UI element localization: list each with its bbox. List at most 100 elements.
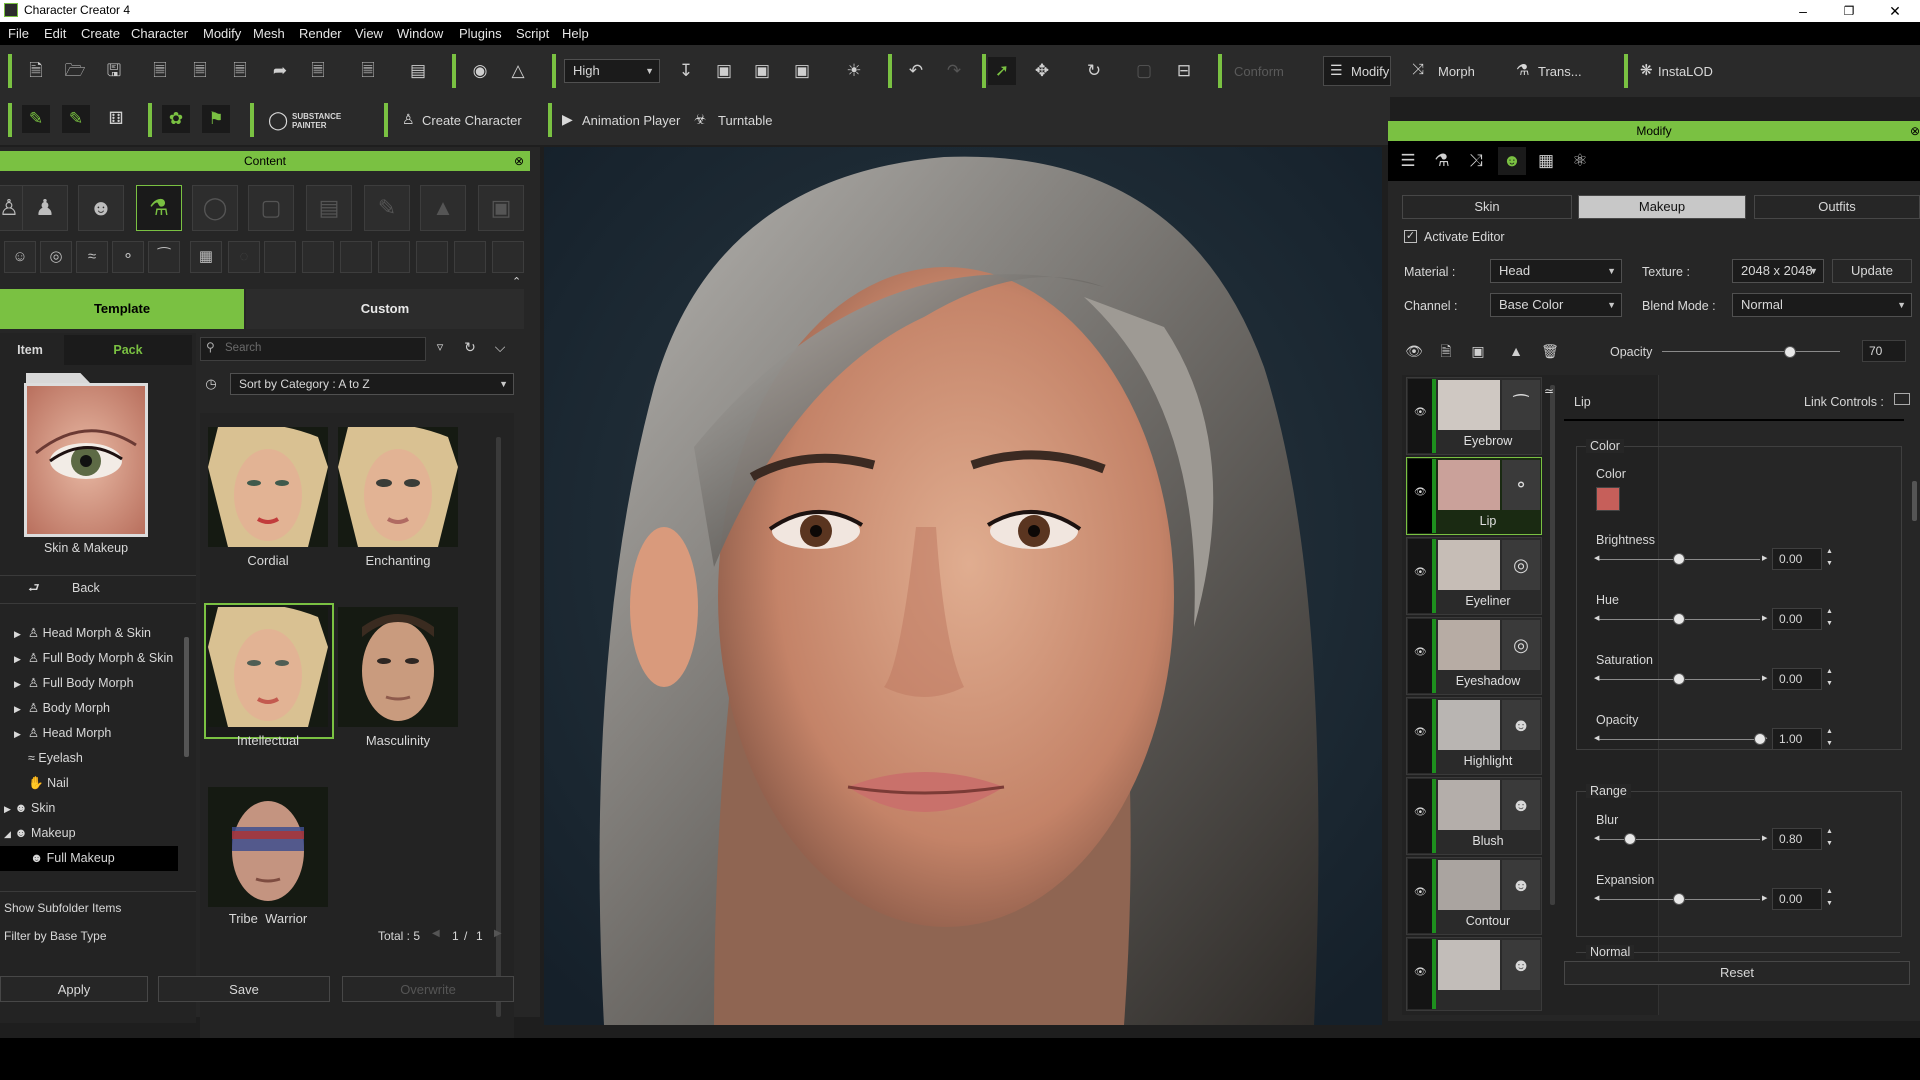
mask-icon[interactable]: ▣: [1464, 339, 1492, 363]
category-pose-icon[interactable]: ✎: [364, 185, 410, 231]
subcat-empty-slot[interactable]: [340, 241, 372, 273]
prev-page-icon[interactable]: ◀: [432, 928, 440, 939]
subcat-eye-icon[interactable]: ◎: [40, 241, 72, 273]
category-misc-icon[interactable]: ▣: [478, 185, 524, 231]
quality-select[interactable]: High ▼: [564, 59, 660, 83]
close-panel-icon[interactable]: ⊗: [1910, 121, 1920, 141]
spin-up-icon[interactable]: ▲: [1826, 668, 1833, 675]
checker-material-icon[interactable]: ▦: [1532, 147, 1560, 175]
pack-thumbnail[interactable]: [24, 383, 148, 537]
subcat-lip-icon[interactable]: ⚬: [112, 241, 144, 273]
next-page-icon[interactable]: ▶: [494, 928, 502, 939]
spin-up-icon[interactable]: ▲: [1826, 608, 1833, 615]
slider-right-arrow-icon[interactable]: ▶: [1762, 674, 1767, 682]
tab-outfits[interactable]: Outfits: [1754, 195, 1920, 219]
export-icon[interactable]: ➦: [266, 57, 294, 85]
instalod-button[interactable]: ❋ InstaLOD: [1640, 60, 1730, 84]
reset-button[interactable]: Reset: [1564, 961, 1910, 985]
slider-left-arrow-icon[interactable]: ◀: [1594, 614, 1599, 622]
item-thumb-enchanting[interactable]: [338, 427, 458, 547]
slider-left-arrow-icon[interactable]: ◀: [1594, 554, 1599, 562]
search-input[interactable]: ⚲ Search: [200, 337, 426, 361]
tree-item[interactable]: ◢ ☻ Makeup: [4, 821, 76, 846]
spin-up-icon[interactable]: ▲: [1826, 728, 1833, 735]
reference-icon[interactable]: ◉: [466, 57, 494, 85]
slider-value-input[interactable]: 0.00: [1772, 548, 1822, 570]
properties-scrollbar[interactable]: [1912, 481, 1917, 521]
subcat-face-icon[interactable]: ☺: [4, 241, 36, 273]
save-button[interactable]: Save: [158, 976, 330, 1002]
flag-icon[interactable]: ⚑: [202, 105, 230, 133]
subtab-pack[interactable]: Pack: [64, 335, 192, 365]
spin-up-icon[interactable]: ▲: [1826, 548, 1833, 555]
modify-button[interactable]: ☰ Modify: [1323, 56, 1391, 86]
spin-down-icon[interactable]: ▼: [1826, 740, 1833, 747]
animation-player-button[interactable]: ▶ Animation Player: [562, 111, 684, 133]
tree-item[interactable]: ▶ ♙ Full Body Morph: [14, 671, 134, 696]
scale-icon[interactable]: ▢: [1130, 57, 1158, 85]
opacity-slider[interactable]: [1662, 351, 1840, 352]
tree-item[interactable]: ▶ ♙ Head Morph: [14, 721, 111, 746]
show-subfolder-items[interactable]: Show Subfolder Items: [4, 901, 121, 915]
light-icon[interactable]: ☀: [840, 57, 868, 85]
subcat-empty-slot[interactable]: [492, 241, 524, 273]
opacity-input[interactable]: 70: [1862, 340, 1906, 362]
visibility-eye-icon[interactable]: 👁: [1402, 339, 1426, 363]
substance-painter-button[interactable]: ◯ SUBSTANCE PAINTER: [268, 110, 360, 134]
floor-snap-icon[interactable]: ↧: [672, 57, 700, 85]
item-thumb-masculinity[interactable]: [338, 607, 458, 727]
new-file-icon[interactable]: 🗎: [22, 57, 50, 85]
delete-icon[interactable]: 🗑: [1536, 339, 1564, 363]
subcat-empty-slot[interactable]: [416, 241, 448, 273]
slider-right-arrow-icon[interactable]: ▶: [1762, 554, 1767, 562]
layer-eye-toggle[interactable]: 👁: [1408, 779, 1432, 853]
redo-icon[interactable]: ↷: [940, 57, 968, 85]
apply-button[interactable]: Apply: [0, 976, 148, 1002]
slider-knob[interactable]: [1673, 613, 1685, 625]
item-thumb-cordial[interactable]: [208, 427, 328, 547]
slider-value-input[interactable]: 0.00: [1772, 608, 1822, 630]
import-icon[interactable]: 🗏: [146, 57, 174, 85]
slider-knob[interactable]: [1673, 553, 1685, 565]
spin-down-icon[interactable]: ▼: [1826, 560, 1833, 567]
rotate-icon[interactable]: ↻: [1080, 57, 1108, 85]
turntable-button[interactable]: ☣ Turntable: [694, 111, 778, 133]
tree-item[interactable]: ≈ Eyelash: [28, 746, 83, 771]
category-body-icon[interactable]: ♟: [22, 185, 68, 231]
history-icon[interactable]: ◷: [200, 373, 222, 395]
slider-track[interactable]: [1598, 739, 1760, 740]
menu-edit[interactable]: Edit: [44, 26, 66, 41]
layer-eye-toggle[interactable]: 👁: [1408, 939, 1432, 1009]
opacity-slider-knob[interactable]: [1784, 346, 1797, 358]
tab-skin[interactable]: Skin: [1402, 195, 1572, 219]
menu-file[interactable]: File: [8, 26, 29, 41]
link-controls-toggle[interactable]: [1894, 393, 1910, 405]
slider-right-arrow-icon[interactable]: ▶: [1762, 614, 1767, 622]
subcat-empty-slot[interactable]: [454, 241, 486, 273]
layer-eye-toggle[interactable]: 👁: [1408, 859, 1432, 933]
morph-button[interactable]: ⤨ Morph: [1412, 60, 1492, 84]
export-fbx-icon[interactable]: 🗏: [354, 57, 382, 85]
close-panel-icon[interactable]: ⊗: [514, 151, 524, 171]
category-skin-makeup-icon[interactable]: ⚗: [136, 185, 182, 231]
align-icon[interactable]: ⊟: [1170, 57, 1198, 85]
attributes-icon[interactable]: ☰: [1394, 147, 1422, 175]
slider-value-input[interactable]: 1.00: [1772, 728, 1822, 750]
spin-down-icon[interactable]: ▼: [1826, 680, 1833, 687]
pose-icon[interactable]: ✿: [162, 105, 190, 133]
overwrite-button[interactable]: Overwrite: [342, 976, 514, 1002]
close-button[interactable]: ✕: [1872, 0, 1918, 22]
undo-icon[interactable]: ↶: [902, 57, 930, 85]
category-shoes-icon[interactable]: ▤: [306, 185, 352, 231]
restore-button[interactable]: ❐: [1826, 0, 1872, 22]
collapse-up-icon[interactable]: ⌃: [512, 275, 521, 288]
refresh-icon[interactable]: ↻: [458, 335, 482, 359]
export-obj-icon[interactable]: 🗏: [304, 57, 332, 85]
select-arrow-icon[interactable]: ➚: [988, 57, 1016, 85]
menu-help[interactable]: Help: [562, 26, 589, 41]
tree-item[interactable]: ✋ Nail: [28, 771, 69, 796]
slider-knob[interactable]: [1754, 733, 1766, 745]
blend-mode-select[interactable]: Normal ▼: [1732, 293, 1912, 317]
create-character-button[interactable]: ♙ Create Character: [402, 111, 532, 133]
menu-view[interactable]: View: [355, 26, 383, 41]
